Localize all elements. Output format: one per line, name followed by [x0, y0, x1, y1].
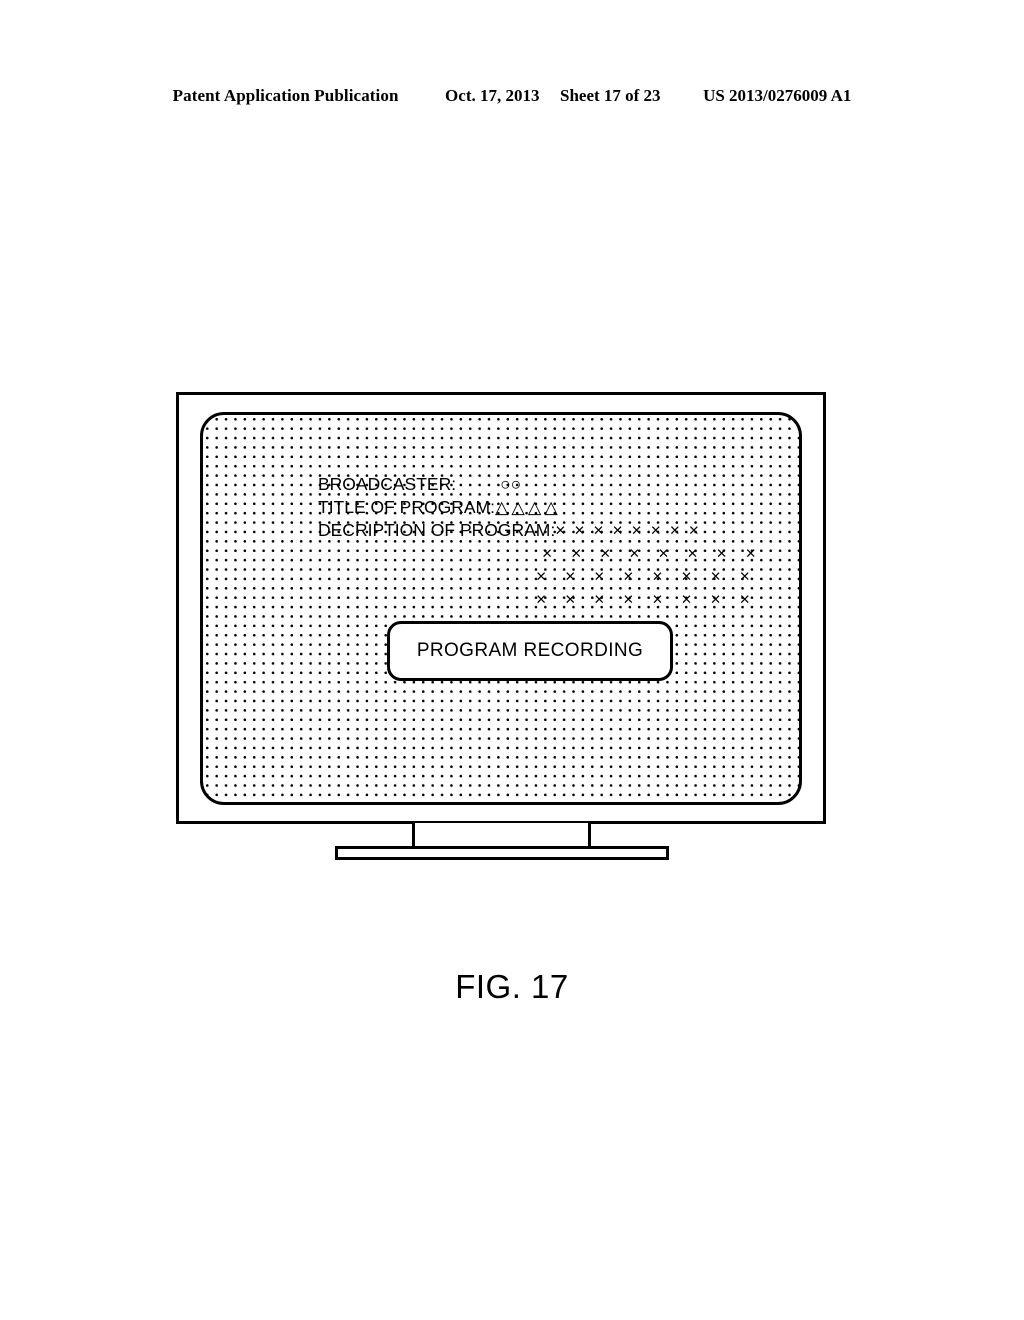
- description-row-3: × × × × × × × ×: [536, 589, 757, 609]
- patent-number: US 2013/0276009 A1: [703, 86, 852, 105]
- broadcaster-label: BROADCASTER:: [318, 474, 457, 494]
- sheet-number: Sheet 17 of 23: [559, 86, 661, 105]
- publication-date: Oct. 17, 2013: [445, 86, 540, 105]
- tv-screen: BROADCASTER: ○○ TITLE OF PROGRAM:△△△△ DEC…: [200, 412, 802, 805]
- program-recording-button-label: PROGRAM RECORDING: [416, 640, 644, 661]
- description-line: DECRIPTION OF PROGRAM:× × × × × × × ×: [318, 519, 763, 542]
- title-line: TITLE OF PROGRAM:△△△△: [318, 496, 763, 519]
- description-row-0: × × × × × × × ×: [555, 520, 702, 540]
- description-row-1: × × × × × × × ×: [542, 543, 763, 563]
- description-label: DECRIPTION OF PROGRAM:: [318, 520, 556, 540]
- television-illustration: BROADCASTER: ○○ TITLE OF PROGRAM:△△△△ DEC…: [176, 392, 826, 824]
- broadcaster-line: BROADCASTER: ○○: [318, 473, 763, 496]
- title-value: △△△△: [494, 497, 561, 517]
- page-header: Patent Application Publication Oct. 17, …: [0, 86, 1024, 106]
- publication-label: Patent Application Publication: [172, 86, 399, 105]
- tv-stand-base: [335, 846, 669, 860]
- program-recording-button[interactable]: PROGRAM RECORDING: [387, 621, 673, 681]
- description-row-2: × × × × × × × ×: [536, 566, 757, 586]
- figure-caption: FIG. 17: [455, 968, 569, 1005]
- title-label: TITLE OF PROGRAM:: [318, 497, 495, 517]
- program-info-block: BROADCASTER: ○○ TITLE OF PROGRAM:△△△△ DEC…: [318, 473, 763, 611]
- broadcaster-value: ○○: [500, 474, 522, 494]
